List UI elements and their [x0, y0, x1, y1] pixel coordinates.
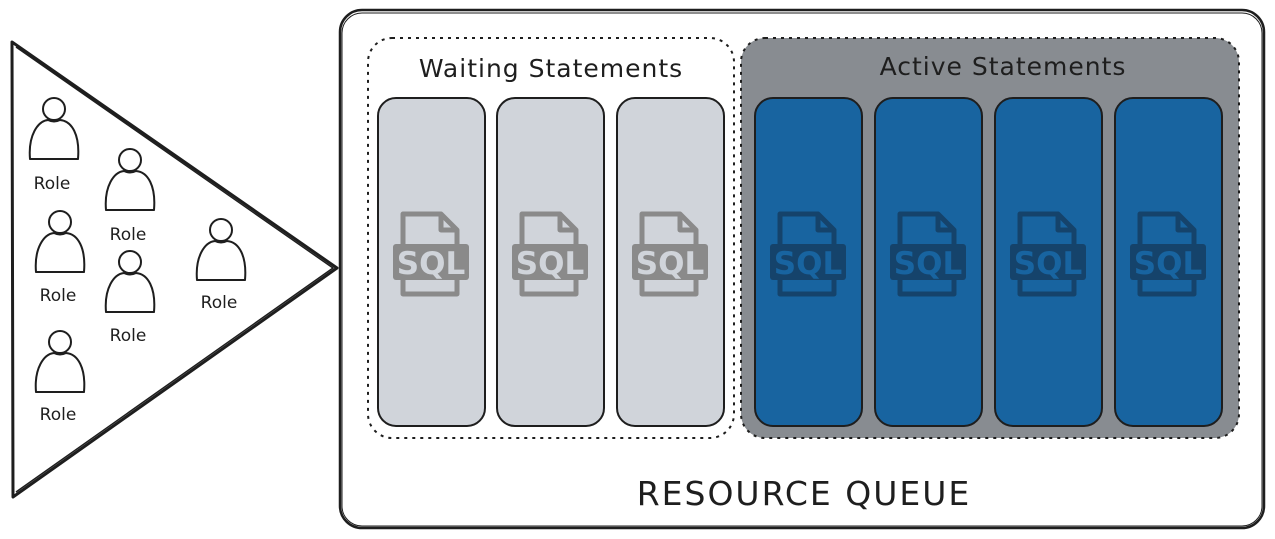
waiting-statement-card: SQL: [496, 97, 605, 427]
sql-label: SQL: [1134, 246, 1202, 282]
active-statement-card: SQL: [874, 97, 983, 427]
role-label: Role: [201, 293, 238, 313]
role-label: Role: [110, 326, 147, 346]
role-label: Role: [110, 225, 147, 245]
role-label: Role: [40, 286, 77, 306]
waiting-statement-card: SQL: [616, 97, 725, 427]
sql-label: SQL: [894, 246, 962, 282]
active-statement-card: SQL: [754, 97, 863, 427]
waiting-statement-card: SQL: [377, 97, 486, 427]
role-label: Role: [40, 405, 77, 425]
sql-label: SQL: [774, 246, 842, 282]
active-statements-title: Active Statements: [880, 52, 1127, 81]
sql-label: SQL: [397, 246, 465, 282]
role-label: Role: [34, 174, 71, 194]
sql-label: SQL: [516, 246, 584, 282]
active-statement-card: SQL: [1114, 97, 1223, 427]
resource-queue-title: RESOURCE QUEUE: [637, 474, 972, 513]
resource-queue-diagram: Role Role Role Role Role Role Waiting St…: [10, 8, 1266, 530]
active-statement-card: SQL: [994, 97, 1103, 427]
sql-label: SQL: [636, 246, 704, 282]
sql-label: SQL: [1014, 246, 1082, 282]
waiting-statements-title: Waiting Statements: [419, 54, 683, 83]
